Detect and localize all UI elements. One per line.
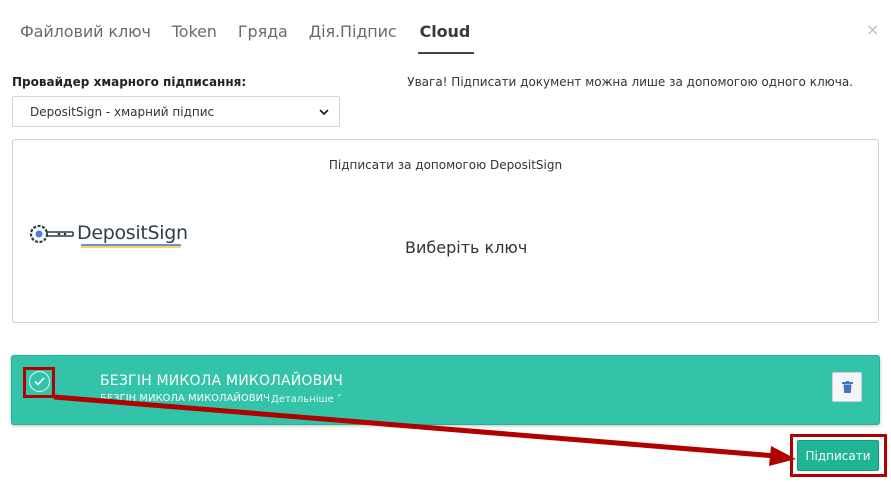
delete-key-button[interactable]	[832, 372, 862, 402]
key-owner-subtitle: БЕЗГІН МИКОЛА МИКОЛАЙОВИЧ	[100, 393, 270, 404]
key-details-link[interactable]: Детальніше ˅	[271, 394, 342, 405]
logo-text: DepositSign	[77, 222, 188, 244]
tab-bar: Файловий ключ Token Гряда Дія.Підпис Clo…	[20, 22, 495, 54]
annotation-highlight-check	[23, 367, 55, 398]
provider-select-value: DepositSign - хмарний підпис	[30, 105, 215, 119]
tab-token[interactable]: Token	[172, 22, 217, 54]
provider-select[interactable]: DepositSign - хмарний підпис	[12, 96, 340, 127]
close-icon[interactable]: ×	[866, 20, 879, 39]
depositsign-logo: DepositSign	[29, 220, 199, 250]
provider-label: Провайдер хмарного підписання:	[12, 75, 247, 89]
chevron-down-icon	[319, 109, 329, 116]
tab-hryada[interactable]: Гряда	[238, 22, 288, 54]
sign-panel-title: Підписати за допомогою DepositSign	[328, 158, 563, 172]
sign-panel: Підписати за допомогою DepositSign Depos…	[12, 139, 879, 323]
tab-file-key[interactable]: Файловий ключ	[20, 22, 151, 54]
selected-key-card[interactable]: БЕЗГІН МИКОЛА МИКОЛАЙОВИЧ БЕЗГІН МИКОЛА …	[11, 355, 880, 425]
key-logo-icon	[29, 224, 74, 244]
tab-cloud[interactable]: Cloud	[417, 22, 475, 54]
annotation-highlight-sign-button	[790, 434, 887, 477]
trash-icon	[842, 381, 853, 393]
key-owner-name: БЕЗГІН МИКОЛА МИКОЛАЙОВИЧ	[100, 373, 343, 389]
warning-text: Увага! Підписати документ можна лише за …	[407, 75, 853, 89]
choose-key-text: Виберіть ключ	[405, 238, 528, 257]
logo-flag-stripe	[81, 244, 181, 248]
tab-diia-signature[interactable]: Дія.Підпис	[309, 22, 397, 54]
